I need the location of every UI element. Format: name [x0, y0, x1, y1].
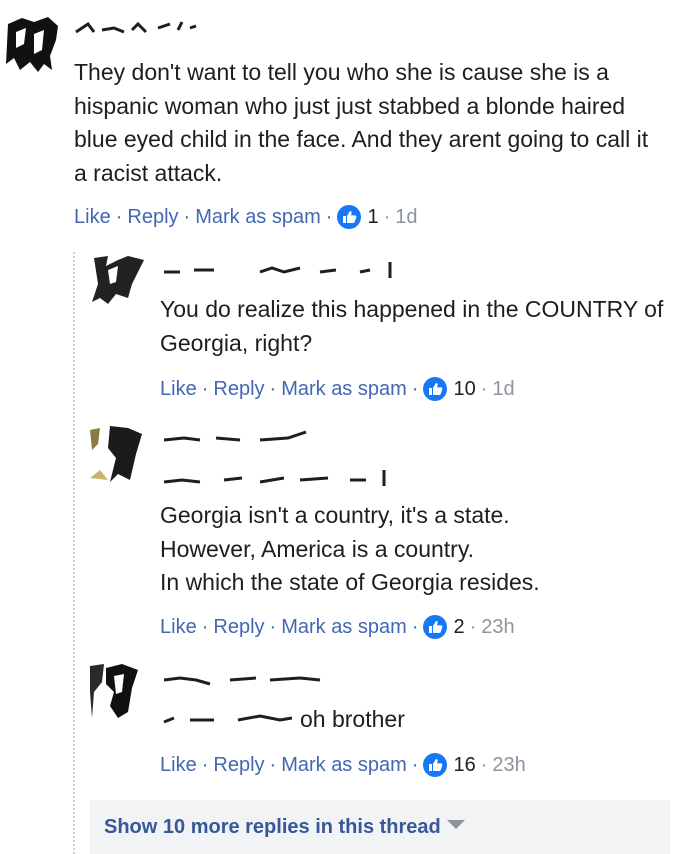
comment-text: They don't want to tell you who she is c… [74, 59, 649, 186]
comment-actions: Like · Reply · Mark as spam · 2 · 23h [160, 613, 515, 641]
separator-dot: · [480, 377, 488, 400]
comment-text: You do realize this happened in the COUN… [160, 296, 664, 356]
comment-body: They don't want to tell you who she is c… [74, 56, 664, 190]
show-more-replies-button[interactable]: Show 10 more replies in this thread [90, 800, 670, 854]
separator-dot: · [115, 205, 123, 228]
reply-link[interactable]: Reply [213, 616, 264, 639]
reaction-count[interactable]: 16 [453, 754, 475, 777]
redacted-tagged-name[interactable] [160, 706, 296, 728]
comment-text-line: Georgia isn't a country, it's a state. [160, 502, 510, 528]
comment-text-line: However, America is a country. [160, 535, 475, 562]
separator-dot: · [269, 753, 277, 776]
comment-actions: Like · Reply · Mark as spam · 10 · 1d [160, 375, 515, 403]
timestamp[interactable]: 1d [492, 378, 514, 401]
avatar-redacted[interactable] [88, 254, 146, 306]
mark-as-spam-link[interactable]: Mark as spam [281, 754, 407, 777]
like-link[interactable]: Like [160, 378, 197, 401]
separator-dot: · [325, 205, 333, 228]
comment-actions: Like · Reply · Mark as spam · 16 · 23h [160, 751, 526, 779]
separator-dot: · [411, 377, 419, 400]
separator-dot: · [411, 753, 419, 776]
reaction-count[interactable]: 1 [367, 206, 378, 229]
avatar-redacted[interactable] [88, 662, 146, 720]
redacted-author-name[interactable] [160, 428, 310, 450]
timestamp[interactable]: 23h [492, 754, 525, 777]
separator-dot: · [201, 753, 209, 776]
reaction-count[interactable]: 2 [453, 616, 464, 639]
separator-dot: · [480, 753, 488, 776]
redacted-author-name[interactable] [160, 258, 400, 280]
redacted-author-name[interactable] [74, 16, 199, 38]
show-more-replies-label[interactable]: Show 10 more replies in this thread [104, 816, 441, 839]
avatar-redacted[interactable] [88, 424, 146, 484]
reaction-count[interactable]: 10 [453, 378, 475, 401]
comment-text: oh brother [300, 706, 405, 732]
timestamp[interactable]: 23h [481, 616, 514, 639]
mark-as-spam-link[interactable]: Mark as spam [281, 378, 407, 401]
separator-dot: · [411, 615, 419, 638]
caret-down-icon[interactable] [446, 819, 465, 829]
redacted-tagged-name[interactable] [160, 466, 390, 488]
mark-as-spam-link[interactable]: Mark as spam [195, 206, 321, 229]
thumbs-up-icon[interactable] [423, 615, 448, 639]
comment-text-line: In which the state of Georgia resides. [160, 569, 540, 595]
comment-body: oh brother [300, 703, 680, 737]
reply-link[interactable]: Reply [213, 378, 264, 401]
separator-dot: · [183, 205, 191, 228]
like-link[interactable]: Like [160, 616, 197, 639]
reply-link[interactable]: Reply [127, 206, 178, 229]
separator-dot: · [201, 615, 209, 638]
separator-dot: · [201, 377, 209, 400]
separator-dot: · [269, 615, 277, 638]
comment-body: You do realize this happened in the COUN… [160, 293, 680, 360]
separator-dot: · [269, 377, 277, 400]
separator-dot: · [469, 615, 477, 638]
avatar-redacted[interactable] [4, 14, 60, 72]
thumbs-up-icon[interactable] [423, 753, 448, 777]
reply-link[interactable]: Reply [213, 754, 264, 777]
thumbs-up-icon[interactable] [337, 205, 362, 229]
like-link[interactable]: Like [160, 754, 197, 777]
thumbs-up-icon[interactable] [423, 377, 448, 401]
timestamp[interactable]: 1d [395, 206, 417, 229]
like-link[interactable]: Like [74, 206, 111, 229]
comment-actions: Like · Reply · Mark as spam · 1 · 1d [74, 203, 418, 231]
comment-body: Georgia isn't a country, it's a state. H… [160, 499, 680, 600]
separator-dot: · [383, 205, 391, 228]
thread-connector-line [73, 252, 75, 854]
redacted-author-name[interactable] [160, 668, 325, 690]
mark-as-spam-link[interactable]: Mark as spam [281, 616, 407, 639]
